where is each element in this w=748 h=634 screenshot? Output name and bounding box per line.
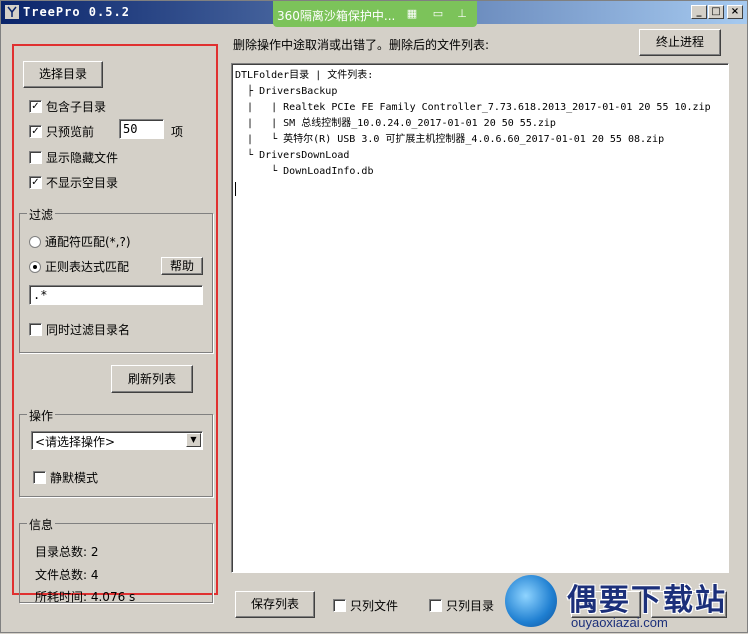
filter-dirs-checkbox[interactable]: 同时过滤目录名 — [29, 321, 130, 338]
sandbox-tool-icon[interactable]: ▦ — [403, 5, 421, 23]
tree-line: └ DownLoadInfo.db — [235, 166, 374, 177]
show-hidden-check[interactable] — [29, 151, 42, 164]
silent-mode-check[interactable] — [33, 471, 46, 484]
pin-icon[interactable]: ⊥ — [453, 5, 471, 23]
wildcard-radio[interactable]: 通配符匹配(*,?) — [29, 233, 131, 250]
tree-line: DTLFolder目录 | 文件列表: — [235, 70, 374, 81]
time-used-text: 所耗时间: 4.076 s — [35, 590, 136, 604]
window-title: TreePro 0.5.2 — [23, 5, 130, 19]
select-directory-button[interactable]: 选择目录 — [23, 61, 103, 88]
filter-group-title: 过滤 — [27, 206, 56, 223]
wildcard-radio-dot[interactable] — [29, 235, 41, 248]
tree-app-icon — [5, 5, 19, 19]
files-only-checkbox[interactable]: 只列文件 — [333, 597, 398, 614]
stop-process-button[interactable]: 终止进程 — [639, 29, 721, 56]
refresh-list-button[interactable]: 刷新列表 — [111, 365, 193, 393]
dirs-only-checkbox[interactable]: 只列目录 — [429, 597, 494, 614]
dirs-only-check[interactable] — [429, 599, 442, 612]
tree-line: └ DriversDownLoad — [235, 150, 350, 161]
filter-pattern-input[interactable]: .* — [29, 285, 203, 305]
regex-radio-dot[interactable] — [29, 260, 41, 273]
folder-icon[interactable]: ▭ — [429, 5, 447, 23]
file-count-text: 文件总数: 4 — [35, 568, 99, 582]
file-tree-output[interactable]: DTLFolder目录 | 文件列表: ├ DriversBackup | | … — [231, 63, 729, 573]
sandbox-banner-text: 360隔离沙箱保护中... — [277, 9, 396, 23]
site-watermark: 偶要下载站 ouyaoxiazai.com — [501, 569, 748, 634]
operations-group-title: 操作 — [27, 407, 56, 424]
tree-line: | | SM 总线控制器_10.0.24.0_2017-01-01 20 50 … — [235, 118, 556, 129]
chevron-down-icon[interactable]: ▼ — [186, 433, 201, 447]
include-subdirs-checkbox[interactable]: ✓ 包含子目录 — [29, 98, 106, 115]
text-cursor — [235, 182, 236, 196]
save-list-button[interactable]: 保存列表 — [235, 591, 315, 618]
close-button[interactable]: × — [727, 5, 743, 19]
silent-mode-checkbox[interactable]: 静默模式 — [33, 469, 98, 486]
dir-count-text: 目录总数: 2 — [35, 545, 99, 559]
status-text: 删除操作中途取消或出错了。删除后的文件列表: — [233, 38, 490, 52]
hide-empty-check[interactable]: ✓ — [29, 176, 42, 189]
help-button[interactable]: 帮助 — [161, 257, 203, 275]
preview-only-check[interactable]: ✓ — [29, 125, 42, 138]
info-group-title: 信息 — [27, 516, 56, 533]
maximize-button[interactable]: □ — [708, 5, 724, 19]
hide-empty-checkbox[interactable]: ✓ 不显示空目录 — [29, 174, 118, 191]
tree-line: | | Realtek PCIe FE Family Controller_7.… — [235, 102, 711, 113]
operation-select[interactable]: <请选择操作> ▼ — [31, 431, 203, 450]
show-hidden-checkbox[interactable]: 显示隐藏文件 — [29, 149, 118, 166]
app-window: TreePro 0.5.2 _ □ × 360隔离沙箱保护中... ▦ ▭ ⊥ … — [0, 0, 748, 633]
regex-radio[interactable]: 正则表达式匹配 — [29, 258, 129, 275]
preview-count-input[interactable]: 50 — [119, 119, 164, 139]
tree-line: ├ DriversBackup — [235, 86, 338, 97]
filter-dirs-check[interactable] — [29, 323, 42, 336]
tree-line: | └ 英特尔(R) USB 3.0 可扩展主机控制器_4.0.6.60_201… — [235, 134, 665, 145]
preview-only-checkbox[interactable]: ✓ 只预览前 — [29, 123, 94, 140]
include-subdirs-check[interactable]: ✓ — [29, 100, 42, 113]
sandbox-banner: 360隔离沙箱保护中... ▦ ▭ ⊥ — [273, 1, 477, 27]
files-only-check[interactable] — [333, 599, 346, 612]
watermark-logo-icon — [505, 575, 557, 627]
minimize-button[interactable]: _ — [691, 5, 707, 19]
watermark-brand: 偶要下载站 — [567, 583, 727, 618]
watermark-url: ouyaoxiazai.com — [571, 615, 668, 630]
preview-unit-label: 项 — [171, 125, 184, 139]
operation-select-value: <请选择操作> — [35, 435, 116, 449]
